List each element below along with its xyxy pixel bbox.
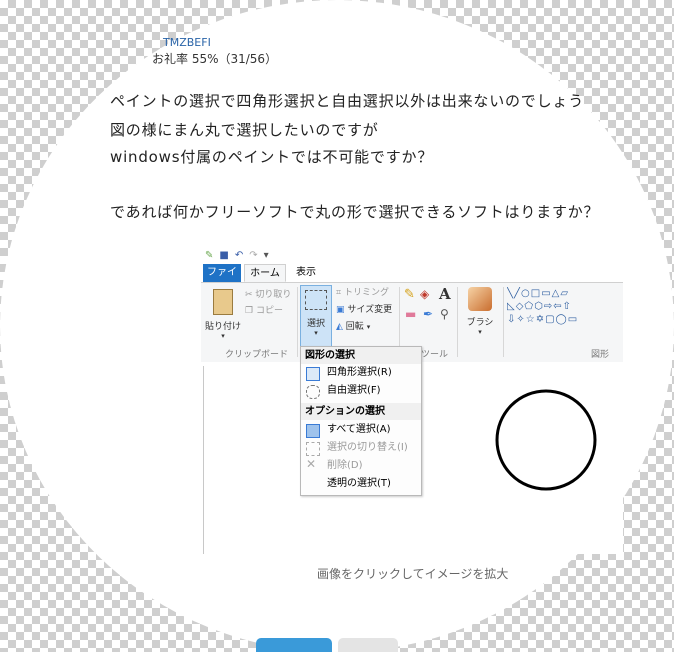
menu-item-free-select[interactable]: 自由選択(F)	[327, 383, 381, 399]
question-line-2: 図の様にまん丸で選択したいのですが	[110, 121, 379, 139]
question-post: TMZBEFI お礼率 55%（31/56） ペイントの選択で四角形選択と自由選…	[0, 0, 674, 652]
shapes-gallery[interactable]: ╲╱○□▭△▱ ◺◇⬠⬡⇨⇦⇧ ⇩✧☆✡▢◯▭	[507, 287, 619, 339]
customize-dropdown-icon[interactable]: ▾	[264, 250, 269, 261]
cut-button[interactable]: ✂ 切り取り	[245, 287, 291, 300]
chevron-down-icon: ▾	[366, 323, 371, 331]
undo-icon[interactable]: ↶	[235, 250, 243, 261]
rotate-icon: ◭	[336, 322, 343, 332]
menu-item-select-all[interactable]: すべて選択(A)	[327, 422, 391, 438]
resize-button[interactable]: ▣ サイズ変更	[336, 302, 392, 315]
chevron-down-icon: ▾	[478, 328, 482, 336]
paste-label: 貼り付け	[205, 322, 242, 332]
clipboard-group-label: クリップボード	[225, 350, 289, 360]
select-dropdown-menu: 図形の選択 四角形選択(R) 自由選択(F) オプションの選択 すべて選択(A)…	[300, 346, 422, 496]
fill-icon[interactable]: ◈	[420, 287, 429, 301]
tab-home[interactable]: ホーム	[244, 264, 286, 282]
invert-selection-icon	[306, 442, 320, 456]
enlarge-image-caption[interactable]: 画像をクリックしてイメージを拡大	[317, 565, 508, 582]
resize-icon: ▣	[336, 305, 345, 315]
pencil-icon[interactable]: ✎	[404, 287, 415, 302]
select-label: 選択	[306, 319, 325, 329]
free-select-icon	[306, 385, 320, 399]
copy-label: コピー	[255, 306, 283, 316]
copy-icon: ❐	[245, 306, 254, 316]
menu-item-transparent-select[interactable]: 透明の選択(T)	[327, 476, 391, 492]
save-icon[interactable]: ■	[219, 250, 228, 261]
bottom-blue-button[interactable]	[256, 638, 332, 652]
tab-file[interactable]: ファイル	[203, 264, 241, 296]
delete-icon: ✕	[306, 457, 317, 471]
group-divider	[503, 287, 504, 357]
redo-icon[interactable]: ↷	[249, 250, 257, 261]
menu-item-rect-select[interactable]: 四角形選択(R)	[327, 365, 392, 381]
ribbon-tabs: ファイル ホーム 表示	[201, 264, 623, 296]
tab-view[interactable]: 表示	[296, 264, 316, 282]
shapes-row-3: ⇩✧☆✡▢◯▭	[507, 314, 579, 325]
text-tool-icon[interactable]: A	[439, 285, 451, 303]
selection-rect-icon	[305, 290, 327, 310]
bottom-gray-button[interactable]	[338, 638, 398, 652]
rotate-label: 回転	[345, 322, 364, 332]
group-divider	[297, 287, 298, 357]
eraser-icon[interactable]: ▬	[405, 307, 416, 321]
cut-label: 切り取り	[255, 290, 292, 300]
paint-app-icon: ✎	[205, 249, 214, 261]
shapes-group-label: 図形	[591, 350, 610, 360]
chevron-down-icon: ▾	[221, 332, 225, 340]
rotate-button[interactable]: ◭ 回転 ▾	[336, 319, 370, 332]
quick-access-toolbar: ✎ ■ ↶ ↷ ▾	[201, 246, 623, 264]
resize-label: サイズ変更	[347, 305, 393, 315]
rect-select-icon	[306, 367, 320, 381]
menu-header-shape: 図形の選択	[301, 347, 421, 364]
group-divider	[457, 287, 458, 357]
copy-button[interactable]: ❐ コピー	[245, 303, 283, 316]
canvas-border	[203, 366, 204, 554]
shapes-row-1: ╲╱○□▭△▱	[507, 288, 570, 299]
question-line-1: ペイントの選択で四角形選択と自由選択以外は出来ないのでしょう	[110, 92, 585, 110]
clipboard-icon	[213, 289, 233, 315]
menu-item-invert-selection[interactable]: 選択の切り替え(I)	[327, 440, 408, 456]
crop-button[interactable]: ⌗ トリミング	[336, 285, 389, 298]
shapes-row-2: ◺◇⬠⬡⇨⇦⇧	[507, 301, 572, 312]
color-picker-icon[interactable]: ✒	[423, 307, 433, 321]
select-all-icon	[306, 424, 320, 438]
attached-screenshot[interactable]: ✎ ■ ↶ ↷ ▾ ファイル ホーム 表示 貼り付け ▾ ✂ 切り取り ❐	[201, 246, 623, 554]
question-line-3: windows付属のペイントでは不可能ですか？	[110, 148, 434, 166]
paste-button[interactable]: 貼り付け ▾	[205, 287, 241, 341]
scissors-icon: ✂	[245, 290, 253, 300]
crop-label: トリミング	[343, 288, 389, 298]
thanks-rate: お礼率 55%（31/56）	[152, 52, 278, 66]
brush-label: ブラシ	[466, 318, 494, 328]
magnifier-icon[interactable]: ⚲	[440, 307, 449, 321]
menu-item-delete[interactable]: 削除(D)	[327, 458, 363, 474]
username[interactable]: TMZBEFI	[163, 36, 211, 49]
select-button[interactable]: 選択 ▾	[300, 285, 332, 347]
brush-button[interactable]: ブラシ ▾	[463, 287, 497, 336]
menu-header-options: オプションの選択	[301, 403, 421, 420]
tools-group-label: ツール	[421, 350, 449, 360]
crop-icon: ⌗	[336, 288, 342, 298]
brush-icon	[468, 287, 492, 311]
question-line-4: であれば何かフリーソフトで丸の形で選択できるソフトはりますか？	[110, 203, 600, 221]
chevron-down-icon: ▾	[314, 329, 318, 337]
